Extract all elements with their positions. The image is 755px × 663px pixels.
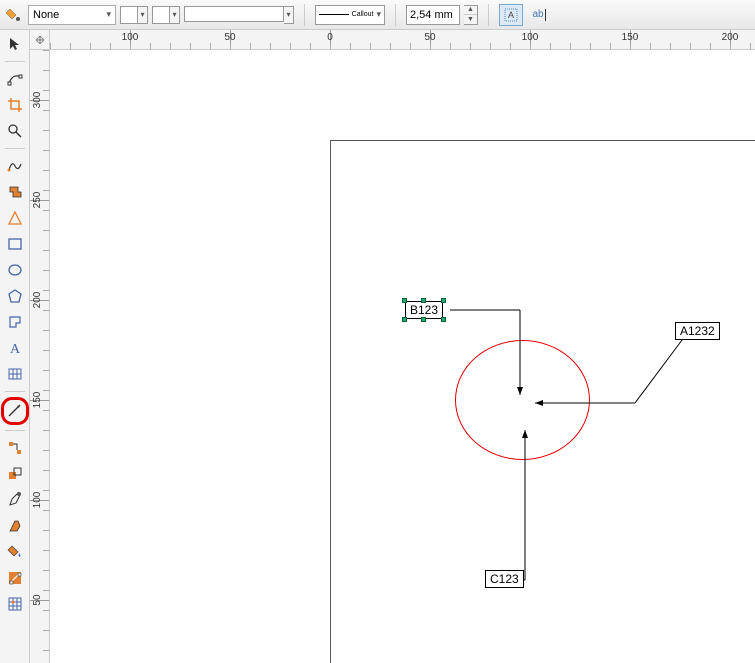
- svg-text:A: A: [508, 10, 514, 20]
- ruler-horizontal[interactable]: 100 50 0 50 100 150 200: [50, 30, 755, 50]
- connector-tool[interactable]: [3, 436, 27, 460]
- crop-tool[interactable]: [3, 93, 27, 117]
- fill-mode-value: None: [33, 9, 59, 21]
- zoom-tool[interactable]: [3, 119, 27, 143]
- toolbar-divider: [304, 4, 305, 26]
- foreground-swatch-dropdown[interactable]: ▾: [138, 6, 148, 24]
- ruler-h-label: 150: [622, 32, 639, 43]
- ellipse-tool[interactable]: [3, 258, 27, 282]
- interactive-fill-tool[interactable]: [3, 566, 27, 590]
- toolbar-divider: [488, 4, 489, 26]
- gradient-swatch-dropdown[interactable]: ▾: [284, 6, 294, 24]
- line-style-dropdown[interactable]: Callout: [315, 5, 385, 25]
- callout-label-a[interactable]: A1232: [675, 322, 720, 340]
- freehand-tool[interactable]: [3, 154, 27, 178]
- fill-tool[interactable]: [3, 540, 27, 564]
- callout-text: C123: [490, 572, 519, 586]
- ruler-h-label: 200: [722, 32, 739, 43]
- smart-fill-tool[interactable]: [3, 180, 27, 204]
- callout-label-c[interactable]: C123: [485, 570, 524, 588]
- ruler-h-label: 50: [424, 32, 435, 43]
- gradient-swatch[interactable]: [184, 6, 284, 22]
- toolbox-divider: [5, 430, 25, 431]
- line-style-text: Callout: [352, 11, 374, 18]
- callout-text: A1232: [680, 324, 715, 338]
- ruler-vertical[interactable]: 300 250 200 150 100 50: [30, 50, 50, 663]
- svg-text:A: A: [9, 342, 20, 356]
- table-tool[interactable]: [3, 362, 27, 386]
- fill-mode-dropdown[interactable]: None: [28, 5, 116, 25]
- text-tool[interactable]: A: [3, 336, 27, 360]
- background-swatch-dropdown[interactable]: ▾: [170, 6, 180, 24]
- eyedropper-tool[interactable]: [3, 488, 27, 512]
- dimension-tool[interactable]: [1, 397, 29, 425]
- shape-tool[interactable]: [3, 67, 27, 91]
- toolbar-divider: [395, 4, 396, 26]
- callout-label-b[interactable]: B123: [405, 301, 443, 319]
- circle-shape[interactable]: [455, 340, 590, 460]
- dimension-input[interactable]: [406, 5, 460, 25]
- ruler-v-label: 250: [32, 192, 43, 209]
- toolbox-divider: [5, 61, 25, 62]
- spinner-down-icon[interactable]: ▼: [464, 15, 477, 24]
- ruler-v-label: 200: [32, 292, 43, 309]
- background-swatch[interactable]: [152, 6, 170, 24]
- ruler-v-label: 100: [32, 492, 43, 509]
- toolbox: A: [0, 30, 30, 663]
- dimension-spinner[interactable]: ▲ ▼: [464, 5, 478, 25]
- spinner-up-icon[interactable]: ▲: [464, 6, 477, 16]
- toolbox-divider: [5, 148, 25, 149]
- mesh-fill-tool[interactable]: [3, 592, 27, 616]
- ruler-v-label: 50: [32, 594, 43, 605]
- line-preview: [319, 14, 349, 15]
- ruler-origin[interactable]: [30, 30, 50, 50]
- ruler-h-label: 100: [122, 32, 139, 43]
- outline-tool[interactable]: [3, 514, 27, 538]
- rectangle-tool[interactable]: [3, 232, 27, 256]
- text-cursor-mode-button[interactable]: ab: [527, 4, 551, 26]
- toolbox-divider: [5, 391, 25, 392]
- text-fit-mode-button[interactable]: A: [499, 4, 523, 26]
- ruler-v-label: 300: [32, 92, 43, 109]
- polygon-tool[interactable]: [3, 284, 27, 308]
- fill-tool-icon[interactable]: [4, 5, 24, 25]
- ruler-h-label: 0: [327, 32, 333, 43]
- drawing-canvas[interactable]: A1232 B123 C123: [50, 50, 755, 663]
- basic-shapes-tool[interactable]: [3, 310, 27, 334]
- callout-text: B123: [410, 303, 438, 317]
- ruler-h-label: 50: [224, 32, 235, 43]
- pick-tool[interactable]: [3, 32, 27, 56]
- smart-drawing-tool[interactable]: [3, 206, 27, 230]
- ruler-h-label: 100: [522, 32, 539, 43]
- property-bar: None ▾ ▾ ▾ Callout ▲ ▼ A ab: [0, 0, 755, 30]
- ruler-v-label: 150: [32, 392, 43, 409]
- foreground-swatch[interactable]: [120, 6, 138, 24]
- interactive-tool[interactable]: [3, 462, 27, 486]
